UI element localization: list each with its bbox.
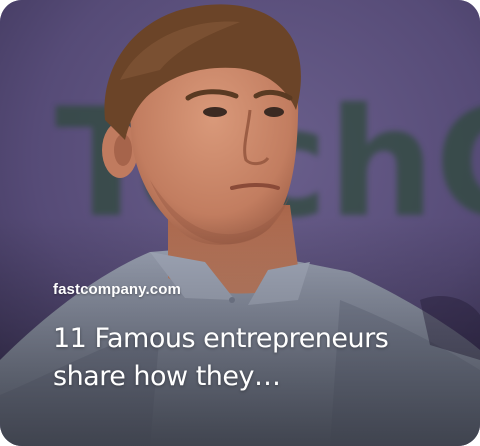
article-card[interactable]: TechCr fastco — [0, 0, 480, 446]
article-title-line: share how they… — [53, 361, 281, 392]
article-title[interactable]: 11 Famous entrepreneurs share how they… — [53, 320, 453, 396]
article-title-line: 11 Famous entrepreneurs — [53, 323, 389, 354]
article-source[interactable]: fastcompany.com — [53, 281, 181, 298]
